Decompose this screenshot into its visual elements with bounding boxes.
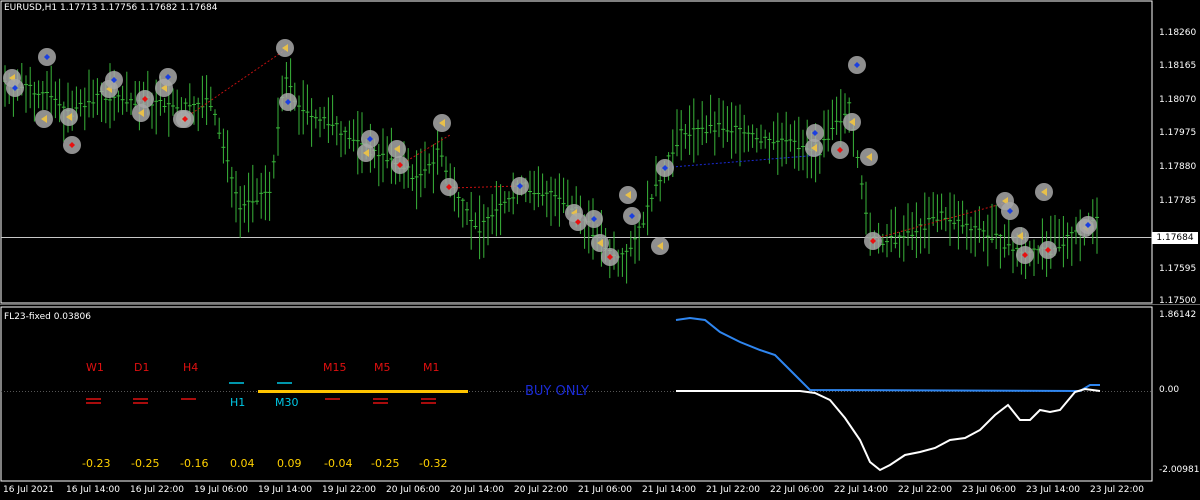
time-tick: 23 Jul 06:00	[962, 485, 1016, 495]
time-tick: 19 Jul 14:00	[258, 485, 312, 495]
tf-label-d1: D1	[134, 361, 150, 374]
tf-label-h1: H1	[230, 396, 246, 409]
tf-value-m15: -0.04	[324, 457, 353, 470]
tf-label-w1: W1	[86, 361, 104, 374]
chart-symbol-title: EURUSD,H1 1.17713 1.17756 1.17682 1.1768…	[4, 3, 218, 13]
time-tick: 23 Jul 22:00	[1090, 485, 1144, 495]
time-tick: 20 Jul 06:00	[386, 485, 440, 495]
signal-strength-bar	[258, 390, 468, 393]
time-tick: 22 Jul 06:00	[770, 485, 824, 495]
tf-value-w1: -0.23	[82, 457, 111, 470]
price-tick: 1.17595	[1159, 264, 1197, 274]
time-tick: 22 Jul 14:00	[834, 485, 888, 495]
chart-canvas[interactable]	[0, 0, 1200, 500]
signal-markers	[3, 39, 1097, 266]
time-tick: 21 Jul 14:00	[642, 485, 696, 495]
tf-value-m5: -0.25	[371, 457, 400, 470]
price-tick: 1.18070	[1159, 95, 1197, 105]
price-tick: 1.17785	[1159, 196, 1197, 206]
indicator-white-line	[676, 387, 1101, 472]
price-tick: 1.17500	[1159, 296, 1197, 306]
tf-value-m30: 0.09	[277, 457, 302, 470]
time-tick: 16 Jul 22:00	[130, 485, 184, 495]
price-tick: 1.17880	[1159, 162, 1197, 172]
main-chart-frame	[0, 0, 1153, 304]
time-tick: 21 Jul 22:00	[706, 485, 760, 495]
time-tick: 19 Jul 06:00	[194, 485, 248, 495]
tf-value-h4: -0.16	[180, 457, 209, 470]
tf-value-h1: 0.04	[230, 457, 255, 470]
indicator-tick: 1.86142	[1159, 310, 1197, 320]
indicator-tick: -2.00981	[1159, 465, 1200, 475]
tf-label-m15: M15	[323, 361, 347, 374]
tf-label-m5: M5	[374, 361, 391, 374]
price-tick: 1.18260	[1159, 28, 1197, 38]
indicator-title: FL23-fixed 0.03806	[4, 312, 91, 322]
tf-value-m1: -0.32	[419, 457, 448, 470]
indicator-tick: 0.00	[1159, 385, 1180, 395]
dashed-connector	[184, 49, 286, 119]
time-tick: 21 Jul 06:00	[578, 485, 632, 495]
tf-label-m1: M1	[423, 361, 440, 374]
price-tick: 1.17975	[1159, 128, 1197, 138]
tf-label-m30: M30	[275, 396, 299, 409]
dashed-connector	[449, 185, 521, 189]
time-tick: 20 Jul 22:00	[514, 485, 568, 495]
time-tick: 20 Jul 14:00	[450, 485, 504, 495]
time-tick: 16 Jul 2021	[3, 485, 54, 495]
tf-value-d1: -0.25	[131, 457, 160, 470]
tf-label-h4: H4	[183, 361, 199, 374]
current-price-tag: 1.17684	[1152, 232, 1198, 244]
time-tick: 16 Jul 14:00	[66, 485, 120, 495]
indicator-blue-line	[675, 316, 1100, 393]
time-tick: 23 Jul 14:00	[1026, 485, 1080, 495]
time-tick: 19 Jul 22:00	[322, 485, 376, 495]
time-tick: 22 Jul 22:00	[898, 485, 952, 495]
price-tick: 1.18165	[1159, 61, 1197, 71]
buy-only-status: BUY ONLY	[525, 384, 589, 399]
